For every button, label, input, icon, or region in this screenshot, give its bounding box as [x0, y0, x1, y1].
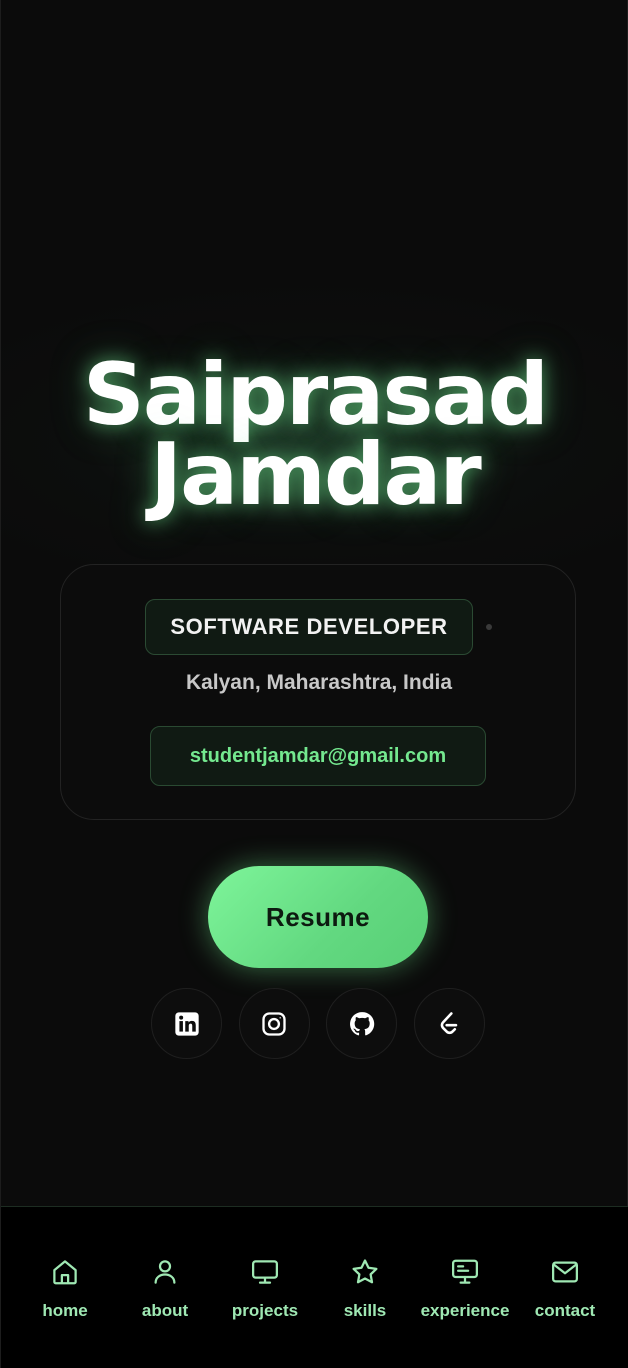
github-link[interactable]	[326, 988, 398, 1059]
monitor-icon	[252, 1260, 278, 1284]
role-badge: SOFTWARE DEVELOPER	[145, 599, 473, 655]
social-links	[151, 988, 485, 1060]
nav-label-home: home	[42, 1301, 88, 1320]
page: Saiprasad Jamdar SOFTWARE DEVELOPER Kaly…	[0, 0, 628, 1368]
nav-item-experience[interactable]: experience	[415, 1207, 515, 1368]
nav-label-contact: contact	[534, 1301, 596, 1320]
hero-last-name: Jamdar	[150, 425, 482, 525]
nav-item-projects[interactable]: projects	[215, 1207, 315, 1368]
github-icon	[349, 1011, 375, 1035]
nav-label-experience: experience	[420, 1301, 510, 1320]
email-link[interactable]: studentjamdar@gmail.com	[150, 726, 486, 786]
instagram-link[interactable]	[238, 988, 310, 1059]
linkedin-link[interactable]	[151, 988, 222, 1059]
info-card: SOFTWARE DEVELOPER Kalyan, Maharashtra, …	[60, 564, 576, 820]
status-dot	[486, 624, 492, 630]
user-icon	[154, 1260, 176, 1284]
resume-button[interactable]: Resume	[208, 866, 428, 968]
nav-item-home[interactable]: home	[15, 1207, 115, 1368]
nav-item-about[interactable]: about	[115, 1207, 215, 1368]
hero-name: Saiprasad Jamdar	[1, 352, 628, 518]
location-text: Kalyan, Maharashtra, India	[185, 671, 453, 694]
nav-item-contact[interactable]: contact	[515, 1207, 615, 1368]
nav-label-skills: skills	[343, 1301, 387, 1320]
home-icon	[53, 1260, 77, 1285]
presentation-icon	[452, 1259, 478, 1284]
nav-label-projects: projects	[231, 1301, 299, 1320]
mail-icon	[552, 1261, 578, 1283]
bottom-nav: home about projects skills experience co…	[1, 1206, 628, 1368]
instagram-icon	[262, 1011, 286, 1036]
leetcode-icon	[441, 1011, 458, 1034]
nav-label-about: about	[141, 1301, 189, 1320]
leetcode-link[interactable]	[413, 988, 485, 1059]
nav-item-skills[interactable]: skills	[315, 1207, 415, 1368]
star-icon	[352, 1259, 378, 1284]
linkedin-icon	[174, 1011, 199, 1036]
